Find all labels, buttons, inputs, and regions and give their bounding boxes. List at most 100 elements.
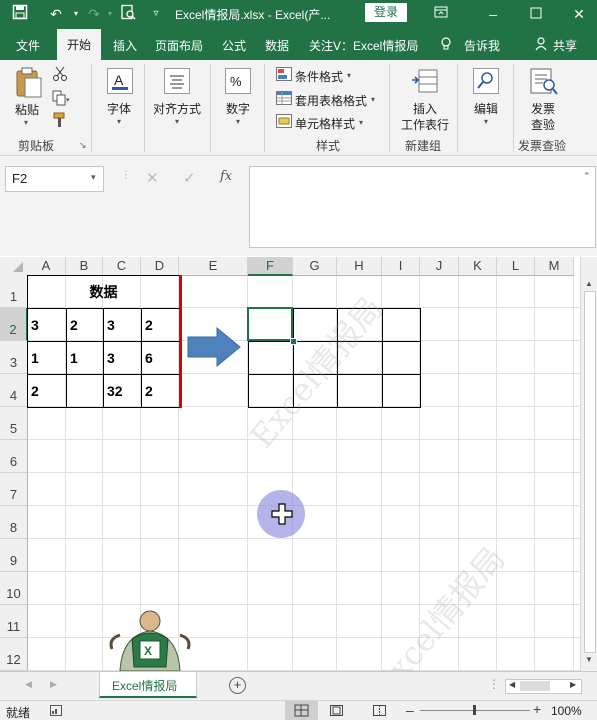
invoice-label-1[interactable]: 发票 xyxy=(531,100,555,117)
undo-icon[interactable]: ↶ xyxy=(46,4,66,24)
scroll-thumb[interactable] xyxy=(584,291,596,653)
copy-icon[interactable]: ▾ xyxy=(52,90,70,106)
row-header[interactable]: 11 xyxy=(0,605,28,638)
zoom-out-icon[interactable]: – xyxy=(406,702,414,718)
tell-me-search[interactable]: 告诉我 xyxy=(464,37,500,54)
column-header[interactable]: A xyxy=(27,257,66,276)
tab-split-grip-icon[interactable]: ⋮ xyxy=(488,677,500,691)
edit-dropdown-icon[interactable]: ▾ xyxy=(484,117,488,126)
add-sheet-icon[interactable]: + xyxy=(229,677,246,694)
tab-insert[interactable]: 插入 xyxy=(113,37,137,54)
row-header[interactable]: 6 xyxy=(0,440,28,473)
macro-record-icon[interactable] xyxy=(50,705,62,716)
name-box-dropdown-icon[interactable]: ▾ xyxy=(91,172,96,183)
paste-label[interactable]: 粘贴 xyxy=(15,101,39,118)
insert-function-icon[interactable]: fx xyxy=(220,169,232,184)
page-break-view-icon[interactable] xyxy=(373,705,386,716)
share-button[interactable]: 共享 xyxy=(553,37,577,54)
invoice-label-2[interactable]: 查验 xyxy=(531,116,555,133)
login-button[interactable]: 登录 xyxy=(365,3,407,22)
collapse-formula-icon[interactable]: ⌃ xyxy=(583,171,591,182)
zoom-level[interactable]: 100% xyxy=(551,704,582,718)
minimize-icon[interactable]: – xyxy=(483,4,503,24)
font-dropdown-icon[interactable]: ▾ xyxy=(117,117,121,126)
dialog-launcher-icon[interactable]: ↘ xyxy=(79,140,87,151)
column-header[interactable]: L xyxy=(497,257,535,276)
format-painter-icon[interactable] xyxy=(52,112,68,128)
column-header[interactable]: C xyxy=(103,257,141,276)
page-layout-view-icon[interactable] xyxy=(330,705,343,716)
row-header[interactable]: 2 xyxy=(0,308,28,341)
fill-handle[interactable] xyxy=(290,338,297,345)
scroll-right-icon[interactable]: ▶ xyxy=(570,680,576,689)
table-cell[interactable] xyxy=(66,374,104,408)
close-icon[interactable]: ✕ xyxy=(569,4,589,24)
worksheet-grid[interactable]: ABCDEFGHIJKLM 1 2 3 4 5 6 7 8 9 10 11 12 数据 3 2 3 2 1 1 3 6… xyxy=(0,257,580,671)
save-icon[interactable] xyxy=(10,4,30,24)
number-icon[interactable]: % xyxy=(225,68,251,94)
conditional-format-dropdown-icon[interactable]: ▾ xyxy=(347,71,351,80)
row-header[interactable]: 4 xyxy=(0,374,28,407)
tab-page-layout[interactable]: 页面布局 xyxy=(155,37,203,54)
row-header[interactable]: 9 xyxy=(0,539,28,572)
scroll-up-icon[interactable]: ▲ xyxy=(585,279,593,288)
invoice-check-icon[interactable] xyxy=(529,68,559,96)
conditional-format-label[interactable]: 条件格式 xyxy=(295,68,343,85)
row-header[interactable]: 10 xyxy=(0,572,28,605)
row-header[interactable]: 7 xyxy=(0,473,28,506)
conditional-format-icon[interactable] xyxy=(276,67,292,81)
column-header[interactable]: H xyxy=(337,257,382,276)
horizontal-scroll-thumb[interactable] xyxy=(520,681,550,691)
paste-icon[interactable] xyxy=(13,66,43,100)
font-label[interactable]: 字体 xyxy=(107,100,131,117)
column-header[interactable]: D xyxy=(141,257,179,276)
target-table-cell[interactable] xyxy=(382,341,421,375)
cut-icon[interactable] xyxy=(52,66,68,82)
row-header[interactable]: 8 xyxy=(0,506,28,539)
column-header[interactable]: M xyxy=(535,257,574,276)
print-preview-icon[interactable] xyxy=(118,4,138,24)
insert-row-icon[interactable] xyxy=(411,68,439,94)
edit-label[interactable]: 编辑 xyxy=(474,100,498,117)
edit-search-icon[interactable] xyxy=(473,68,499,94)
alignment-label[interactable]: 对齐方式 xyxy=(153,100,201,117)
cell-styles-icon[interactable] xyxy=(276,114,292,128)
zoom-slider-thumb[interactable] xyxy=(473,705,476,715)
target-table-cell[interactable] xyxy=(382,374,421,408)
column-header[interactable]: E xyxy=(179,257,248,276)
column-header[interactable]: F xyxy=(248,257,293,276)
font-icon[interactable]: A xyxy=(107,68,133,94)
row-header[interactable]: 1 xyxy=(0,275,28,308)
normal-view-button[interactable] xyxy=(285,701,318,720)
column-header[interactable]: J xyxy=(420,257,459,276)
column-header[interactable]: B xyxy=(66,257,103,276)
active-cell-selection[interactable] xyxy=(247,307,293,341)
row-header[interactable]: 12 xyxy=(0,638,28,671)
insert-row-label-1[interactable]: 插入 xyxy=(413,100,437,117)
tab-formulas[interactable]: 公式 xyxy=(222,37,246,54)
zoom-in-icon[interactable]: + xyxy=(533,701,541,717)
scroll-left-icon[interactable]: ◀ xyxy=(509,680,515,689)
format-as-table-icon[interactable] xyxy=(276,91,292,105)
column-header[interactable]: K xyxy=(459,257,497,276)
tab-data[interactable]: 数据 xyxy=(265,37,289,54)
column-header[interactable]: G xyxy=(293,257,337,276)
tab-follow[interactable]: 关注V：Excel情报局 xyxy=(309,37,418,54)
number-dropdown-icon[interactable]: ▾ xyxy=(236,117,240,126)
alignment-dropdown-icon[interactable]: ▾ xyxy=(175,117,179,126)
scroll-down-icon[interactable]: ▼ xyxy=(585,655,593,664)
ribbon-display-icon[interactable] xyxy=(431,4,451,24)
formula-input[interactable]: ⌃ xyxy=(249,166,596,248)
row-header[interactable]: 3 xyxy=(0,341,28,374)
target-table-cell[interactable] xyxy=(337,374,383,408)
row-header[interactable]: 5 xyxy=(0,407,28,440)
vertical-scrollbar[interactable]: ▲ ▼ xyxy=(580,257,597,671)
cell-styles-dropdown-icon[interactable]: ▾ xyxy=(359,118,363,127)
prev-sheet-icon[interactable]: ◀ xyxy=(25,679,32,690)
number-label[interactable]: 数字 xyxy=(226,100,250,117)
tab-home[interactable]: 开始 xyxy=(57,29,101,60)
tab-file[interactable]: 文件 xyxy=(16,37,40,54)
name-box[interactable]: F2 ▾ xyxy=(5,166,104,192)
column-header[interactable]: I xyxy=(382,257,420,276)
sheet-tab-active[interactable]: Excel情报局 xyxy=(99,672,197,698)
